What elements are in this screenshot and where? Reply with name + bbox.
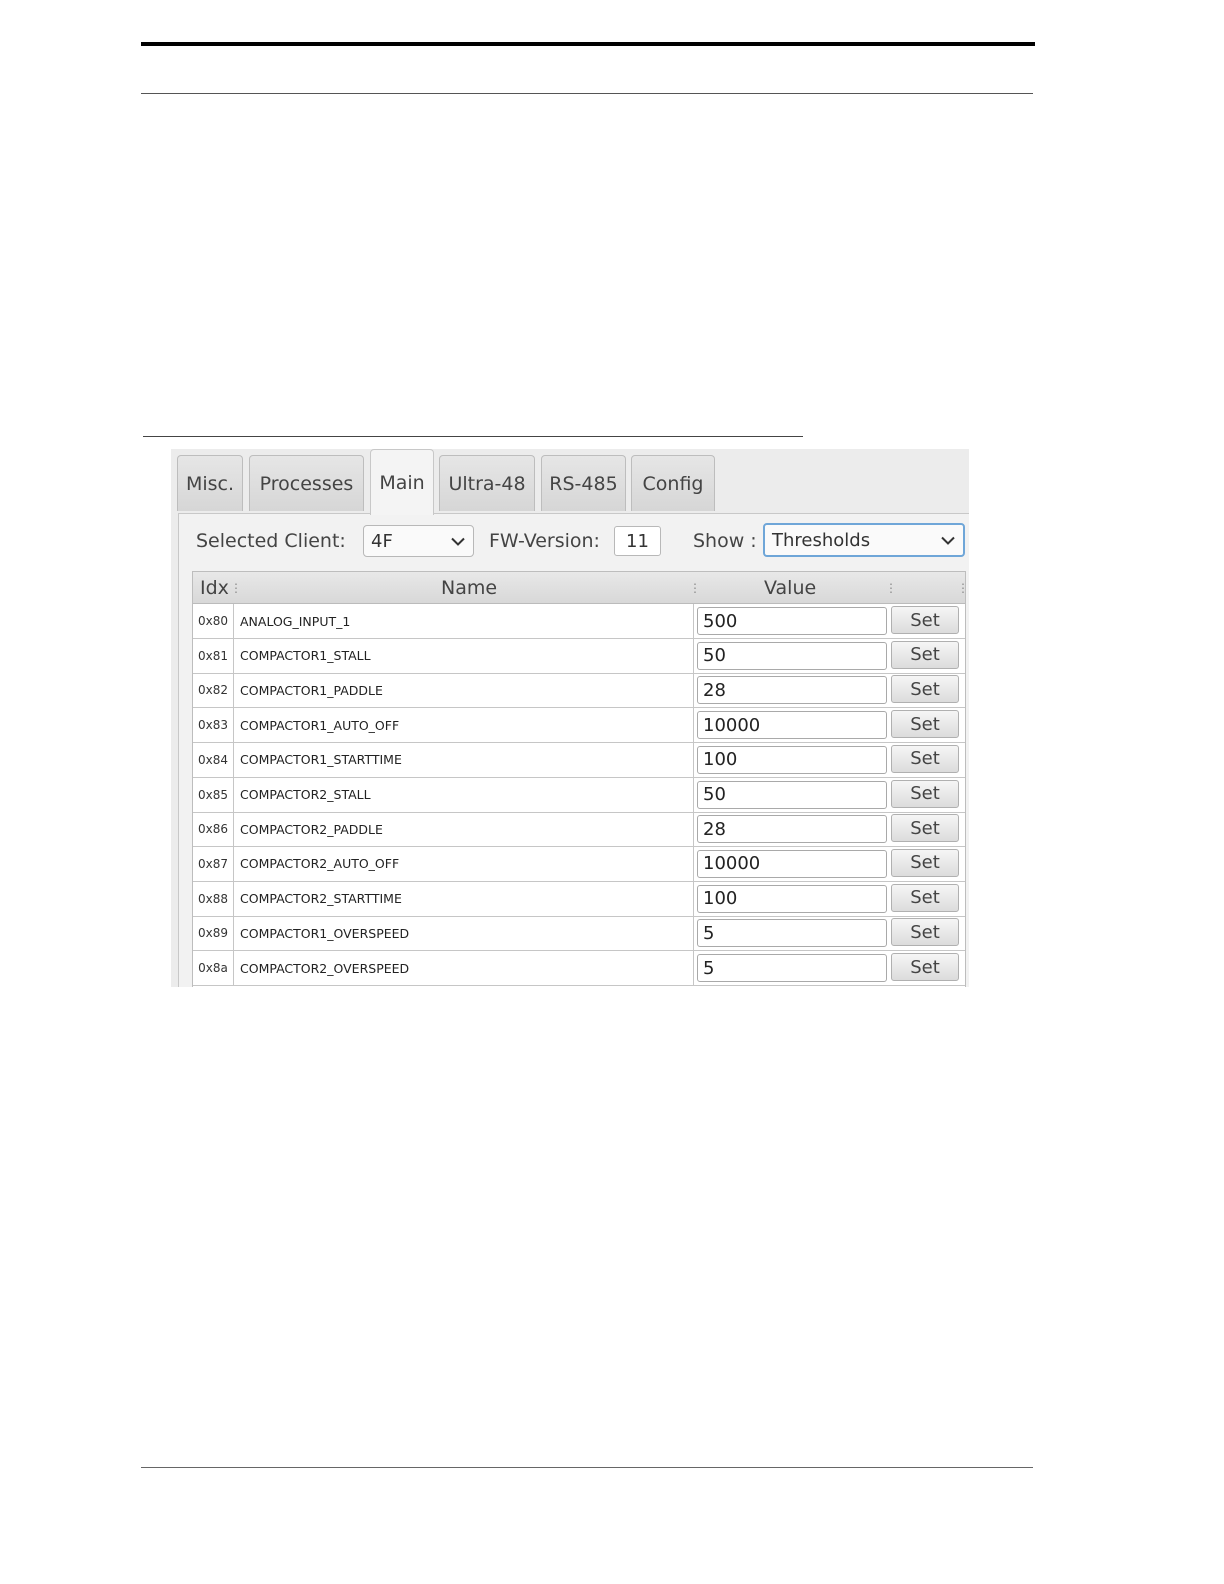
chevron-down-icon bbox=[941, 530, 955, 551]
tab-misc[interactable]: Misc. bbox=[177, 455, 243, 511]
table-row: 0x81 COMPACTOR1_STALL 50 Set bbox=[193, 638, 965, 674]
value-input[interactable]: 50 bbox=[697, 641, 887, 670]
header-divider bbox=[141, 93, 1033, 94]
set-button[interactable]: Set bbox=[891, 779, 959, 808]
show-label: Show : bbox=[693, 530, 757, 552]
client-select-value: 4F bbox=[371, 530, 393, 552]
table-row: 0x86 COMPACTOR2_PADDLE 28 Set bbox=[193, 812, 965, 848]
value-input[interactable]: 10000 bbox=[697, 849, 887, 878]
column-resize-icon[interactable]: ⋮ bbox=[885, 581, 897, 595]
main-panel: Selected Client: 4F FW-Version: 11 Show … bbox=[178, 513, 969, 987]
column-resize-icon[interactable]: ⋮ bbox=[230, 581, 242, 595]
tab-rs-485[interactable]: RS-485 bbox=[541, 455, 626, 511]
row-name: COMPACTOR2_OVERSPEED bbox=[234, 951, 694, 985]
row-name: COMPACTOR1_AUTO_OFF bbox=[234, 708, 694, 743]
value-input[interactable]: 100 bbox=[697, 884, 887, 913]
row-index: 0x8a bbox=[193, 951, 234, 985]
table-row: 0x8a COMPACTOR2_OVERSPEED 5 Set bbox=[193, 951, 965, 986]
row-name: COMPACTOR1_STARTTIME bbox=[234, 742, 694, 777]
column-header-value[interactable]: Value bbox=[764, 572, 816, 603]
thresholds-table: Idx ⋮ Name ⋮ Value ⋮ ⋮ 0x80 ANALOG_INPUT_… bbox=[192, 571, 969, 987]
set-button[interactable]: Set bbox=[891, 814, 959, 843]
row-name: COMPACTOR2_AUTO_OFF bbox=[234, 846, 694, 881]
column-resize-icon[interactable]: ⋮ bbox=[957, 581, 969, 595]
tab-main[interactable]: Main bbox=[370, 449, 434, 515]
value-input[interactable]: 28 bbox=[697, 676, 887, 705]
tab-config[interactable]: Config bbox=[631, 455, 715, 511]
table-row: 0x83 COMPACTOR1_AUTO_OFF 10000 Set bbox=[193, 708, 965, 744]
set-button[interactable]: Set bbox=[891, 640, 959, 669]
row-name: COMPACTOR2_STARTTIME bbox=[234, 881, 694, 916]
set-button[interactable]: Set bbox=[891, 606, 959, 634]
table-row: 0x80 ANALOG_INPUT_1 500 Set bbox=[193, 604, 965, 639]
row-index: 0x85 bbox=[193, 777, 234, 812]
row-name: COMPACTOR1_OVERSPEED bbox=[234, 916, 694, 951]
fw-version-field[interactable]: 11 bbox=[614, 526, 661, 556]
table-row: 0x88 COMPACTOR2_STARTTIME 100 Set bbox=[193, 881, 965, 917]
client-select[interactable]: 4F bbox=[363, 525, 474, 557]
footer-divider bbox=[141, 1467, 1033, 1468]
figure-divider bbox=[143, 436, 803, 437]
row-index: 0x87 bbox=[193, 846, 234, 881]
app-window: Misc. Processes Main Ultra-48 RS-485 Con… bbox=[171, 449, 969, 987]
set-button[interactable]: Set bbox=[891, 848, 959, 877]
row-index: 0x84 bbox=[193, 742, 234, 777]
column-header-idx[interactable]: Idx bbox=[200, 572, 229, 603]
fw-version-label: FW-Version: bbox=[489, 530, 600, 552]
set-button[interactable]: Set bbox=[891, 918, 959, 947]
row-name: COMPACTOR2_PADDLE bbox=[234, 812, 694, 847]
row-index: 0x89 bbox=[193, 916, 234, 951]
set-button[interactable]: Set bbox=[891, 744, 959, 773]
column-resize-icon[interactable]: ⋮ bbox=[689, 581, 701, 595]
row-name: COMPACTOR2_STALL bbox=[234, 777, 694, 812]
table-row: 0x84 COMPACTOR1_STARTTIME 100 Set bbox=[193, 742, 965, 778]
table-row: 0x82 COMPACTOR1_PADDLE 28 Set bbox=[193, 673, 965, 709]
tab-processes[interactable]: Processes bbox=[249, 455, 364, 511]
value-input[interactable]: 5 bbox=[697, 954, 887, 982]
chevron-down-icon bbox=[451, 531, 465, 552]
header-rule bbox=[141, 42, 1035, 46]
value-input[interactable]: 28 bbox=[697, 815, 887, 844]
value-input[interactable]: 5 bbox=[697, 919, 887, 948]
value-input[interactable]: 500 bbox=[697, 607, 887, 635]
row-index: 0x86 bbox=[193, 812, 234, 847]
set-button[interactable]: Set bbox=[891, 883, 959, 912]
value-input[interactable]: 100 bbox=[697, 745, 887, 774]
row-index: 0x81 bbox=[193, 638, 234, 673]
set-button[interactable]: Set bbox=[891, 953, 959, 981]
row-name: COMPACTOR1_PADDLE bbox=[234, 673, 694, 708]
selected-client-label: Selected Client: bbox=[196, 530, 346, 552]
show-select[interactable]: Thresholds bbox=[763, 523, 965, 557]
row-index: 0x82 bbox=[193, 673, 234, 708]
tab-ultra-48[interactable]: Ultra-48 bbox=[439, 455, 535, 511]
value-input[interactable]: 50 bbox=[697, 780, 887, 809]
row-index: 0x83 bbox=[193, 708, 234, 743]
row-index: 0x80 bbox=[193, 604, 234, 638]
table-header: Idx ⋮ Name ⋮ Value ⋮ ⋮ bbox=[193, 572, 969, 604]
row-index: 0x88 bbox=[193, 881, 234, 916]
table-row: 0x89 COMPACTOR1_OVERSPEED 5 Set bbox=[193, 916, 965, 952]
value-input[interactable]: 10000 bbox=[697, 711, 887, 740]
set-button[interactable]: Set bbox=[891, 675, 959, 704]
show-select-value: Thresholds bbox=[772, 529, 871, 551]
column-header-name[interactable]: Name bbox=[441, 572, 497, 603]
row-name: COMPACTOR1_STALL bbox=[234, 638, 694, 673]
set-button[interactable]: Set bbox=[891, 710, 959, 739]
table-row: 0x87 COMPACTOR2_AUTO_OFF 10000 Set bbox=[193, 846, 965, 882]
table-row: 0x85 COMPACTOR2_STALL 50 Set bbox=[193, 777, 965, 813]
row-name: ANALOG_INPUT_1 bbox=[234, 604, 694, 638]
